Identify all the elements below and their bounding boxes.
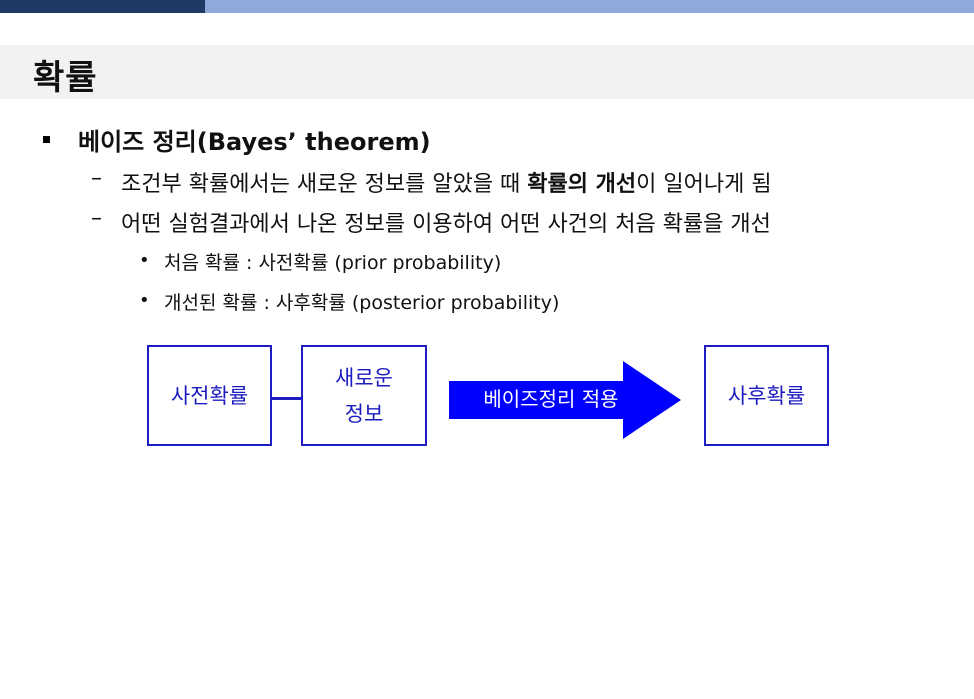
sub-bullet-text-post: 이 일어나게 됨 <box>636 172 772 197</box>
dot-bullet-icon: • <box>139 290 150 311</box>
header-bar-dark <box>0 0 205 13</box>
sub-bullet-text-pre: 조건부 확률에서는 새로운 정보를 알았을 때 <box>121 172 528 197</box>
item-posterior-probability: 개선된 확률 : 사후확률 (posterior probability) <box>164 292 560 314</box>
sub-bullet-conditional: 조건부 확률에서는 새로운 정보를 알았을 때 확률의 개선이 일어나게 됨 <box>121 166 772 198</box>
box-new-information: 새로운 정보 <box>301 345 427 446</box>
dot-bullet-icon: • <box>139 250 150 271</box>
box-new-info-line1: 새로운 <box>335 365 393 390</box>
slide-title: 확률 <box>33 58 98 98</box>
box-posterior-probability: 사후확률 <box>704 345 829 446</box>
connector-line <box>271 397 302 400</box>
square-bullet-icon <box>43 136 50 143</box>
item-prior-probability: 처음 확률 : 사전확률 (prior probability) <box>164 252 502 274</box>
dash-bullet-icon: – <box>91 166 102 191</box>
box-prior-probability: 사전확률 <box>147 345 272 446</box>
box-prior-label: 사전확률 <box>170 383 249 408</box>
dash-bullet-icon: – <box>91 206 102 231</box>
sub-bullet-text-bold: 확률의 개선 <box>527 172 637 197</box>
arrow-label-bayes: 베이즈정리 적용 <box>483 387 619 411</box>
sub-bullet-improve: 어떤 실험결과에서 나온 정보를 이용하여 어떤 사건의 처음 확률을 개선 <box>121 212 771 237</box>
header-bar-light <box>205 0 974 13</box>
box-new-info-line2: 정보 <box>344 401 384 426</box>
bullet-bayes-theorem: 베이즈 정리(Bayes’ theorem) <box>78 128 431 156</box>
box-posterior-label: 사후확률 <box>727 383 806 408</box>
title-band <box>0 45 974 99</box>
